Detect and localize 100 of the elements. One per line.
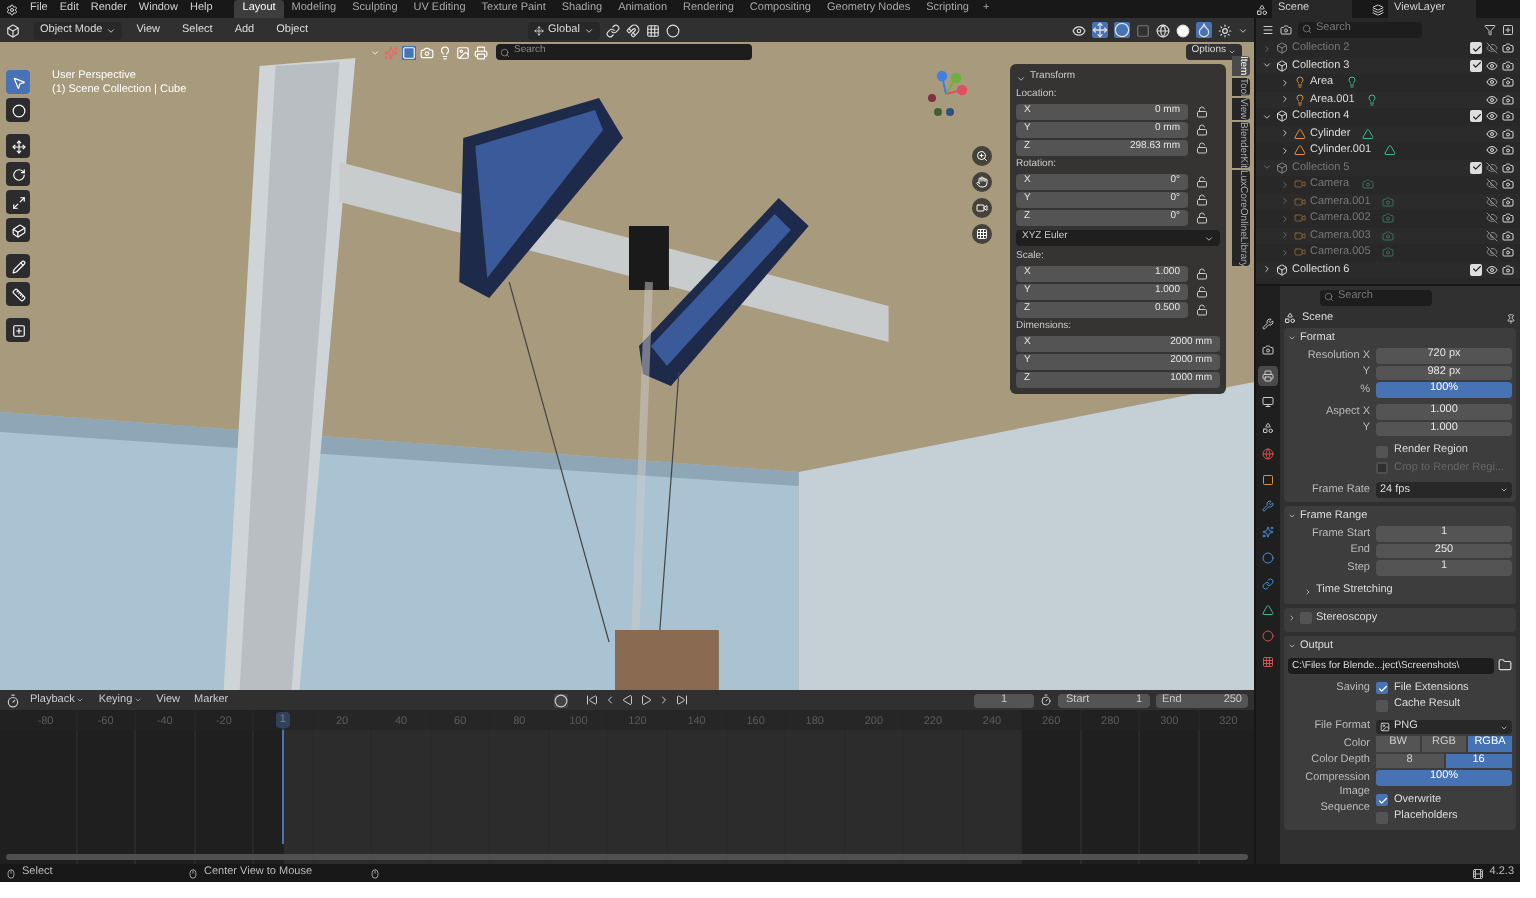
tool-button[interactable] <box>6 162 30 186</box>
jump-start-icon[interactable] <box>586 694 599 706</box>
hidden-icon[interactable] <box>1486 161 1498 174</box>
record-icon[interactable] <box>554 693 569 707</box>
property-tab[interactable] <box>1258 418 1278 438</box>
render-toggle-icon[interactable] <box>1502 161 1514 174</box>
render-toggle-icon[interactable] <box>1502 110 1514 123</box>
shading-menu-icon[interactable] <box>1238 25 1248 35</box>
render-toggle-icon[interactable] <box>1502 76 1514 89</box>
render-toggle-icon[interactable] <box>1502 229 1514 242</box>
snap-target-icon[interactable] <box>645 23 660 37</box>
eye-icon[interactable] <box>1486 144 1498 157</box>
property-tab[interactable] <box>1258 314 1278 334</box>
exclude-checkbox[interactable] <box>1470 110 1482 123</box>
hidden-icon[interactable] <box>1486 212 1498 225</box>
eye-icon[interactable] <box>1486 93 1498 106</box>
wireframe-shading-icon[interactable] <box>1156 23 1170 37</box>
eye-icon[interactable] <box>1486 127 1498 140</box>
stopwatch-icon[interactable] <box>1040 694 1052 706</box>
material-shading-icon[interactable] <box>1196 22 1212 38</box>
next-keyframe-icon[interactable] <box>658 694 671 706</box>
rendered-shading-icon[interactable] <box>1218 23 1232 37</box>
circle-icon <box>11 103 25 117</box>
eye-icon[interactable] <box>1486 263 1498 276</box>
jump-end-icon[interactable] <box>676 694 689 706</box>
property-tab[interactable] <box>1258 600 1278 620</box>
axis-gizmo-drawing[interactable] <box>924 70 968 118</box>
scrollbar[interactable] <box>6 854 1248 860</box>
proportional-edit-icon[interactable] <box>665 23 680 37</box>
render-toggle-icon[interactable] <box>1502 42 1514 55</box>
editor-type-icon[interactable] <box>6 693 20 707</box>
tool-button[interactable] <box>6 282 30 306</box>
ruler-icon <box>11 287 25 301</box>
printer-icon[interactable] <box>474 45 488 59</box>
xray-icon[interactable] <box>1136 23 1150 37</box>
exclude-checkbox[interactable] <box>1470 59 1482 72</box>
hidden-icon[interactable] <box>1486 178 1498 191</box>
tool-button[interactable] <box>6 318 30 342</box>
render-toggle-icon[interactable] <box>1502 59 1514 72</box>
pin-icon[interactable] <box>1506 313 1516 323</box>
exclude-checkbox[interactable] <box>1470 263 1482 276</box>
caret-icon <box>1204 233 1214 243</box>
unlock-icon[interactable] <box>1196 124 1208 136</box>
unlock-icon[interactable] <box>1196 268 1208 280</box>
tool-button[interactable] <box>6 134 30 158</box>
render-toggle-icon[interactable] <box>1502 178 1514 191</box>
hidden-icon[interactable] <box>1486 246 1498 259</box>
property-tab[interactable] <box>1258 470 1278 490</box>
property-tab[interactable] <box>1258 366 1278 386</box>
exclude-checkbox[interactable] <box>1470 161 1482 174</box>
collection-icon <box>1276 110 1288 123</box>
eye-icon[interactable] <box>1486 110 1498 123</box>
unlock-icon[interactable] <box>1196 212 1208 224</box>
camera-icon <box>1294 212 1306 225</box>
play-reverse-icon[interactable] <box>622 694 635 706</box>
cube-icon <box>11 223 25 237</box>
snap-icon[interactable] <box>625 23 640 37</box>
render-toggle-icon[interactable] <box>1502 127 1514 140</box>
filter-icon[interactable] <box>1484 23 1496 35</box>
editor-type-icon[interactable] <box>6 23 20 37</box>
eye-icon[interactable] <box>1486 59 1498 72</box>
light-icon[interactable] <box>438 45 452 59</box>
render-toggle-icon[interactable] <box>1502 263 1514 276</box>
unlock-icon[interactable] <box>1196 304 1208 316</box>
render-toggle-icon[interactable] <box>1502 144 1514 157</box>
camera-icon <box>1294 195 1306 208</box>
previous-keyframe-icon[interactable] <box>604 694 617 706</box>
unlock-icon[interactable] <box>1196 176 1208 188</box>
camera-icon[interactable] <box>420 45 434 59</box>
hidden-icon[interactable] <box>1486 42 1498 55</box>
pivot-icon[interactable] <box>605 23 620 37</box>
hidden-icon[interactable] <box>1486 229 1498 242</box>
unlock-icon[interactable] <box>1196 286 1208 298</box>
visibility-icon[interactable] <box>1072 23 1086 37</box>
play-icon[interactable] <box>640 694 653 706</box>
render-toggle-icon[interactable] <box>1502 93 1514 106</box>
search-icon <box>1324 292 1334 302</box>
unlock-icon[interactable] <box>1196 106 1208 118</box>
hidden-icon[interactable] <box>1486 195 1498 208</box>
display-mode-icon[interactable] <box>1262 23 1274 35</box>
unlock-icon[interactable] <box>1196 142 1208 154</box>
tool-button[interactable] <box>6 98 30 122</box>
property-tab[interactable] <box>1258 340 1278 360</box>
render-toggle-icon[interactable] <box>1502 246 1514 259</box>
new-collection-icon[interactable] <box>1502 23 1514 35</box>
render-toggle-icon[interactable] <box>1502 212 1514 225</box>
folder-icon[interactable] <box>1498 658 1512 672</box>
exclude-checkbox[interactable] <box>1470 42 1482 55</box>
unlock-icon[interactable] <box>1196 194 1208 206</box>
solid-shading-icon[interactable] <box>1176 23 1190 37</box>
tool-button[interactable] <box>6 190 30 214</box>
tool-button[interactable] <box>6 218 30 242</box>
overlay-toggle-icon[interactable] <box>1114 22 1130 38</box>
image-icon[interactable] <box>456 45 470 59</box>
render-toggle-icon[interactable] <box>1502 195 1514 208</box>
printer-icon <box>1262 370 1274 382</box>
collection-icon <box>1276 161 1288 174</box>
gizmo-toggle-icon[interactable] <box>1092 22 1108 38</box>
eye-icon[interactable] <box>1486 76 1498 89</box>
tool-button[interactable] <box>6 254 30 278</box>
